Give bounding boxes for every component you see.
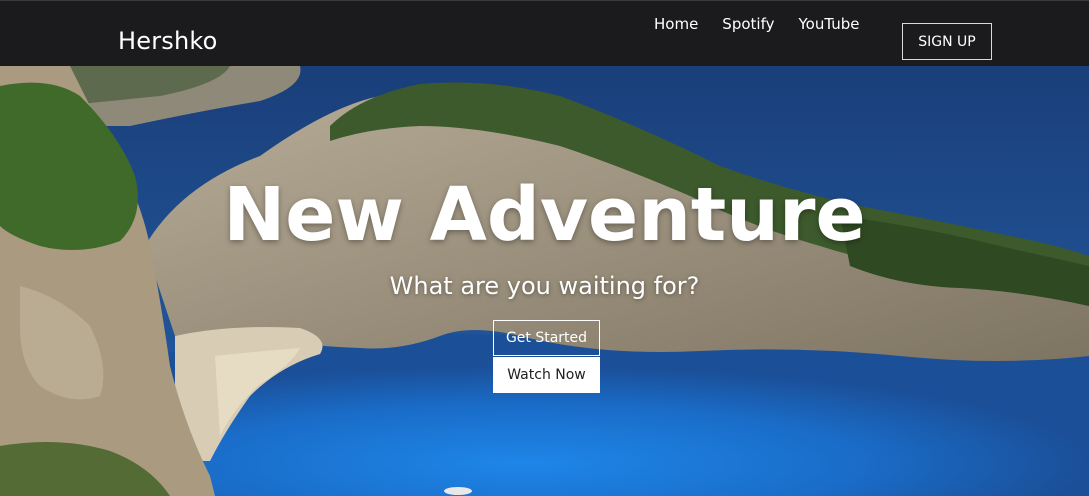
navbar: Hershko Home Spotify YouTube SIGN UP	[0, 0, 1089, 66]
get-started-button[interactable]: Get Started	[493, 320, 600, 356]
nav-link-home[interactable]: Home	[654, 15, 698, 33]
hero-title: New Adventure	[223, 172, 866, 258]
hero-subtitle: What are you waiting for?	[389, 272, 700, 300]
nav-link-youtube[interactable]: YouTube	[798, 15, 859, 33]
brand-logo[interactable]: Hershko	[118, 27, 218, 55]
nav-link-spotify[interactable]: Spotify	[722, 15, 774, 33]
hero-section: New Adventure What are you waiting for? …	[0, 66, 1089, 496]
sign-up-button[interactable]: SIGN UP	[902, 23, 992, 60]
watch-now-button[interactable]: Watch Now	[493, 357, 600, 393]
nav-links: Home Spotify YouTube	[654, 15, 883, 33]
